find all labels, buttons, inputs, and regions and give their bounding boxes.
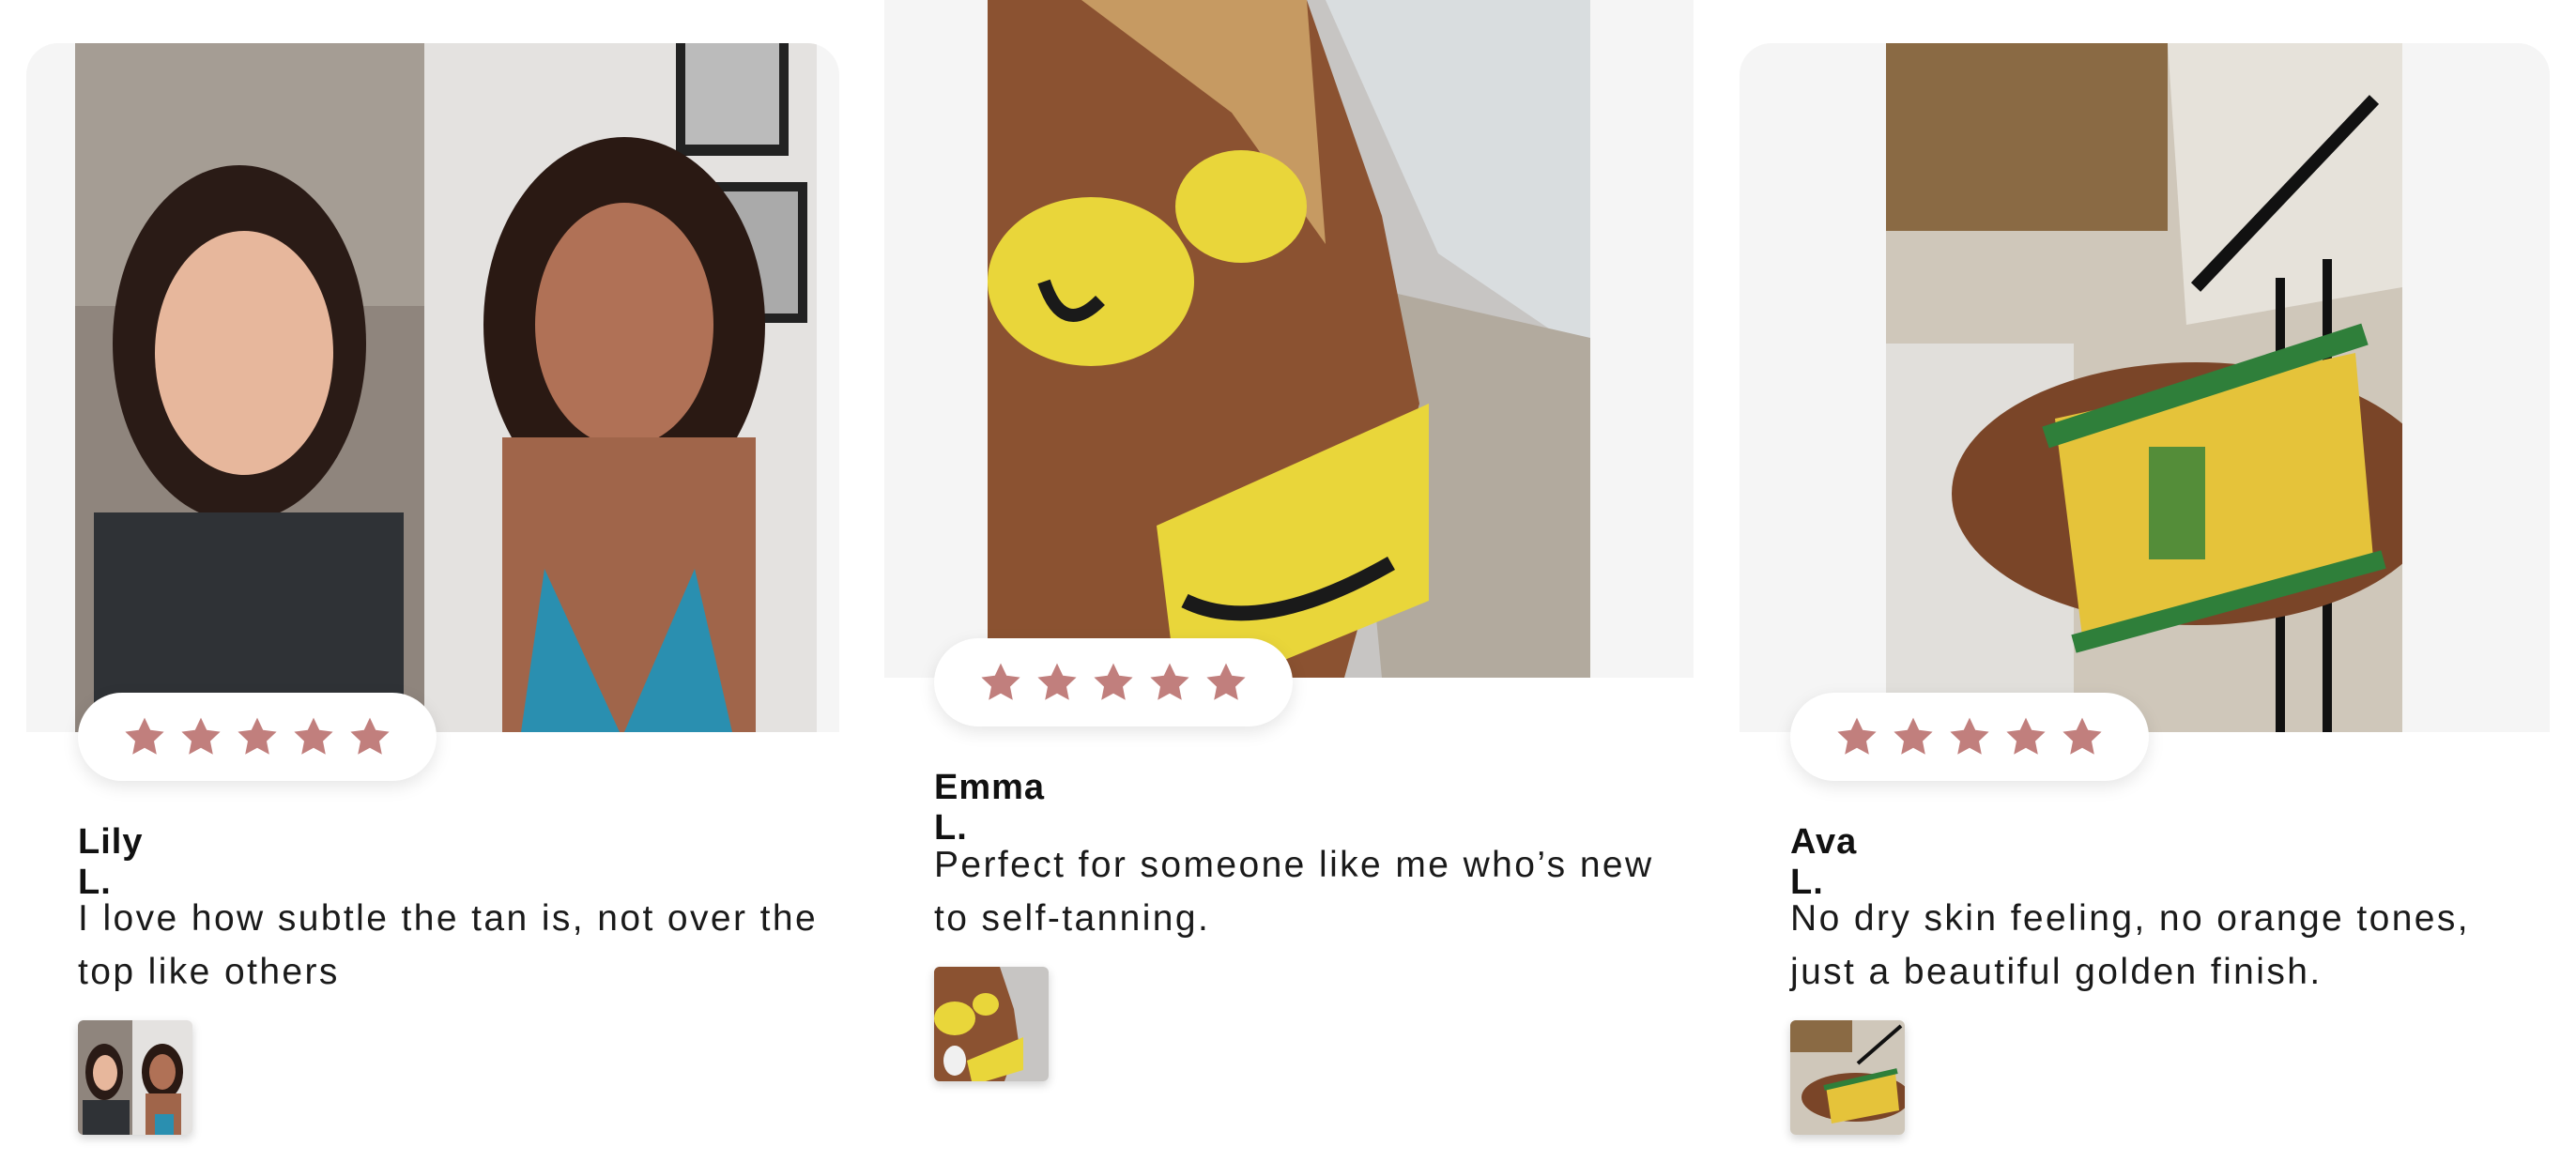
rating-stars — [934, 638, 1293, 726]
star-icon — [978, 660, 1023, 705]
star-icon — [1035, 660, 1080, 705]
star-icon — [1947, 714, 1992, 759]
star-icon — [1891, 714, 1936, 759]
star-icon — [1091, 660, 1136, 705]
star-icon — [235, 714, 280, 759]
review-text: I love how subtle the tan is, not over t… — [78, 898, 819, 992]
review-text: No dry skin feeling, no orange tones, ju… — [1790, 898, 2471, 992]
star-icon — [347, 714, 392, 759]
review-text: Perfect for someone like me who’s new to… — [934, 845, 1654, 939]
rating-stars — [1790, 693, 2149, 781]
review-photo[interactable] — [988, 0, 1590, 678]
review-photo-frame — [884, 0, 1694, 678]
star-icon — [2003, 714, 2048, 759]
star-icon — [122, 714, 167, 759]
review-photo[interactable] — [75, 43, 817, 732]
reviewer-name: Emma L. — [934, 768, 1046, 848]
review-photo[interactable] — [1886, 43, 2402, 732]
star-icon — [1834, 714, 1879, 759]
review-photo-frame — [26, 43, 839, 732]
review-thumbnail[interactable] — [1790, 1020, 1905, 1135]
star-icon — [291, 714, 336, 759]
star-icon — [2060, 714, 2105, 759]
rating-stars — [78, 693, 437, 781]
star-icon — [1204, 660, 1249, 705]
review-thumbnail[interactable] — [78, 1020, 192, 1135]
review-thumbnail[interactable] — [934, 967, 1049, 1081]
star-icon — [1147, 660, 1192, 705]
review-photo-frame — [1740, 43, 2550, 732]
star-icon — [178, 714, 223, 759]
